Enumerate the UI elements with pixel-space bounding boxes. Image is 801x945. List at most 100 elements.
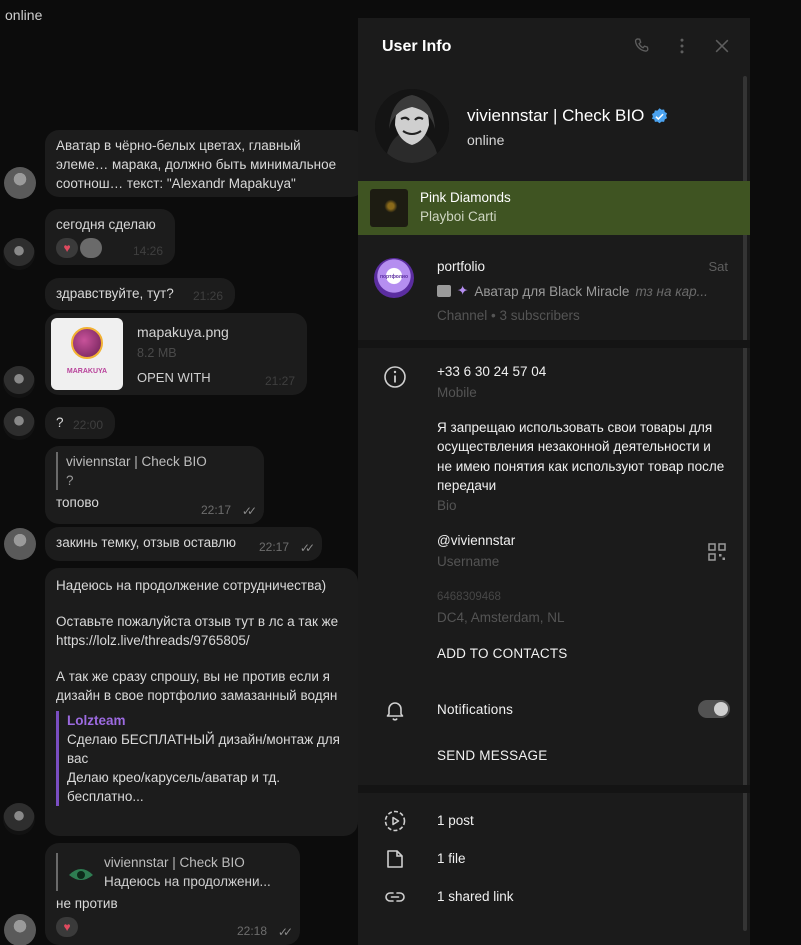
phone-number[interactable]: +33 6 30 24 57 04 xyxy=(437,364,546,379)
read-checkmarks-icon: ✓✓ xyxy=(299,541,315,555)
sender-avatar[interactable] xyxy=(3,238,35,270)
sparkle-icon: ✦ xyxy=(457,283,469,298)
sender-avatar[interactable] xyxy=(4,528,36,560)
read-checkmarks-icon: ✓✓ xyxy=(241,504,257,518)
posts-count[interactable]: 1 post xyxy=(437,813,474,828)
phone-icon[interactable] xyxy=(632,36,652,56)
message-time: 22:17 xyxy=(200,503,231,517)
message-time: 22:00 xyxy=(72,418,103,432)
username-label: Username xyxy=(437,554,500,569)
heart-reaction-icon[interactable]: ♥ xyxy=(56,917,78,937)
read-checkmarks-icon: ✓✓ xyxy=(277,925,293,939)
quote-author: Lolzteam xyxy=(67,713,126,728)
message-time: 14:26 xyxy=(132,244,163,258)
section-divider xyxy=(358,785,750,793)
telegram-window: online Аватар в чёрно-белых цветах, глав… xyxy=(0,0,801,945)
sender-avatar[interactable] xyxy=(3,408,35,440)
channel-avatar: портфолио xyxy=(374,258,414,298)
message-link[interactable]: https://lolz.live/threads/9765805/ xyxy=(56,631,347,650)
message-time: 21:27 xyxy=(264,374,295,388)
sender-avatar[interactable] xyxy=(4,167,36,199)
reply-preview[interactable]: viviennstar | Check BIO Надеюсь на продо… xyxy=(56,853,289,891)
quote-text: Делаю крео/карусель/аватар и тд. xyxy=(67,770,280,785)
qr-code-icon[interactable] xyxy=(707,542,727,562)
reply-author: viviennstar | Check BIO xyxy=(66,454,207,469)
message-bubble[interactable]: ? 22:00 xyxy=(45,407,115,439)
chat-status: online xyxy=(5,7,43,23)
message-bubble[interactable]: закинь темку, отзыв оставлю 22:17 ✓✓ xyxy=(45,527,322,561)
close-icon[interactable] xyxy=(712,36,732,56)
reply-text: Надеюсь на продолжени... xyxy=(104,874,271,889)
channel-last-message: ✦ Аватар для Black Miracle тз на кар... xyxy=(437,283,733,299)
message-time: 22:18 xyxy=(236,924,267,938)
eye-sticker-icon xyxy=(69,869,93,880)
profile-avatar[interactable] xyxy=(375,89,449,163)
message-bubble[interactable]: viviennstar | Check BIO ? топово 22:17 ✓… xyxy=(45,446,264,524)
channel-meta: Channel • 3 subscribers xyxy=(437,308,580,323)
username-value[interactable]: @viviennstar xyxy=(437,533,515,548)
profile-name: viviennstar | Check BIO xyxy=(467,106,645,125)
quote-text: Сделаю БЕСПЛАТНЫЙ дизайн/монтаж для xyxy=(67,732,340,747)
message-text: сегодня сделаю xyxy=(56,217,156,232)
message-text: дизайн в свое портфолио замазанный водян xyxy=(56,688,338,703)
file-thumbnail[interactable]: MARAKUYA xyxy=(51,318,123,390)
notifications-label: Notifications xyxy=(437,702,514,717)
profile-music-bar[interactable]: Pink Diamonds Playboi Carti xyxy=(358,181,750,235)
quoted-message[interactable]: Lolzteam Сделаю БЕСПЛАТНЫЙ дизайн/монтаж… xyxy=(56,711,347,806)
thumbnail-brand: MARAKUYA xyxy=(66,368,108,375)
add-to-contacts-button[interactable]: ADD TO CONTACTS xyxy=(437,646,568,661)
message-time: 21:26 xyxy=(192,289,223,303)
message-text: Надеюсь на продолжение сотрудничества) xyxy=(56,578,327,593)
stories-play-icon xyxy=(384,810,406,832)
datacenter-info: DC4, Amsterdam, NL xyxy=(437,610,565,625)
album-cover xyxy=(370,189,408,227)
reply-text: ? xyxy=(66,473,74,488)
message-bubble[interactable]: сегодня сделаю ♥ 14:26 xyxy=(45,209,175,265)
passionfruit-image xyxy=(71,327,103,359)
message-text: А так же сразу спрошу, вы не против если… xyxy=(56,669,330,684)
profile-name-row: viviennstar | Check BIO xyxy=(467,106,669,126)
channel-avatar-text: портфолио xyxy=(379,274,409,280)
message-text: не против xyxy=(56,896,118,911)
message-text: Оставьте пожалуйста отзыв тут в лс а так… xyxy=(56,614,339,629)
section-divider xyxy=(358,340,750,348)
channel-name: portfolio xyxy=(437,259,486,274)
toggle-knob xyxy=(714,702,728,716)
reply-author: viviennstar | Check BIO xyxy=(104,855,245,870)
user-info-panel: User Info viviennstar | Check BIO online… xyxy=(358,18,750,945)
sender-avatar[interactable] xyxy=(3,366,35,398)
message-time: 22:17 xyxy=(258,540,289,554)
link-icon xyxy=(385,892,405,902)
message-bubble[interactable]: здравствуйте, тут? 21:26 xyxy=(45,278,235,310)
quote-text: бесплатно... xyxy=(67,789,144,804)
panel-header: User Info xyxy=(358,18,750,74)
sender-avatar[interactable] xyxy=(3,803,35,835)
verified-badge-icon xyxy=(652,107,668,123)
channel-last-text: Аватар для Black Miracle xyxy=(474,283,630,299)
file-message[interactable]: MARAKUYA mapakuya.png 8.2 MB OPEN WITH 2… xyxy=(45,313,307,395)
files-count[interactable]: 1 file xyxy=(437,851,466,866)
bell-icon xyxy=(386,702,404,721)
message-bubble[interactable]: Аватар в чёрно-белых цветах, главный эле… xyxy=(45,130,365,197)
heart-reaction-icon[interactable]: ♥ xyxy=(56,238,78,258)
message-bubble[interactable]: viviennstar | Check BIO Надеюсь на продо… xyxy=(45,843,300,945)
message-bubble[interactable]: Надеюсь на продолжение сотрудничества) О… xyxy=(45,568,358,836)
panel-title: User Info xyxy=(382,38,452,55)
user-id: 6468309468 xyxy=(437,591,501,603)
file-name: mapakuya.png xyxy=(137,324,229,340)
bio-text[interactable]: Я запрещаю использовать свои товары для … xyxy=(437,418,727,495)
reaction-avatar xyxy=(80,238,102,258)
profile-status: online xyxy=(467,132,505,148)
notifications-toggle[interactable] xyxy=(698,700,730,718)
shared-links-count[interactable]: 1 shared link xyxy=(437,889,514,904)
send-message-button[interactable]: SEND MESSAGE xyxy=(437,748,547,763)
track-artist: Playboi Carti xyxy=(420,209,497,224)
open-with-button[interactable]: OPEN WITH xyxy=(137,368,211,387)
bio-label: Bio xyxy=(437,498,457,513)
sender-avatar[interactable] xyxy=(4,914,36,945)
file-size: 8.2 MB xyxy=(137,346,177,360)
channel-last-date: Sat xyxy=(708,259,728,274)
more-vertical-icon[interactable] xyxy=(672,36,692,56)
reply-preview[interactable]: viviennstar | Check BIO ? xyxy=(56,452,253,490)
message-text: Аватар в чёрно-белых цветах, главный эле… xyxy=(56,138,337,191)
